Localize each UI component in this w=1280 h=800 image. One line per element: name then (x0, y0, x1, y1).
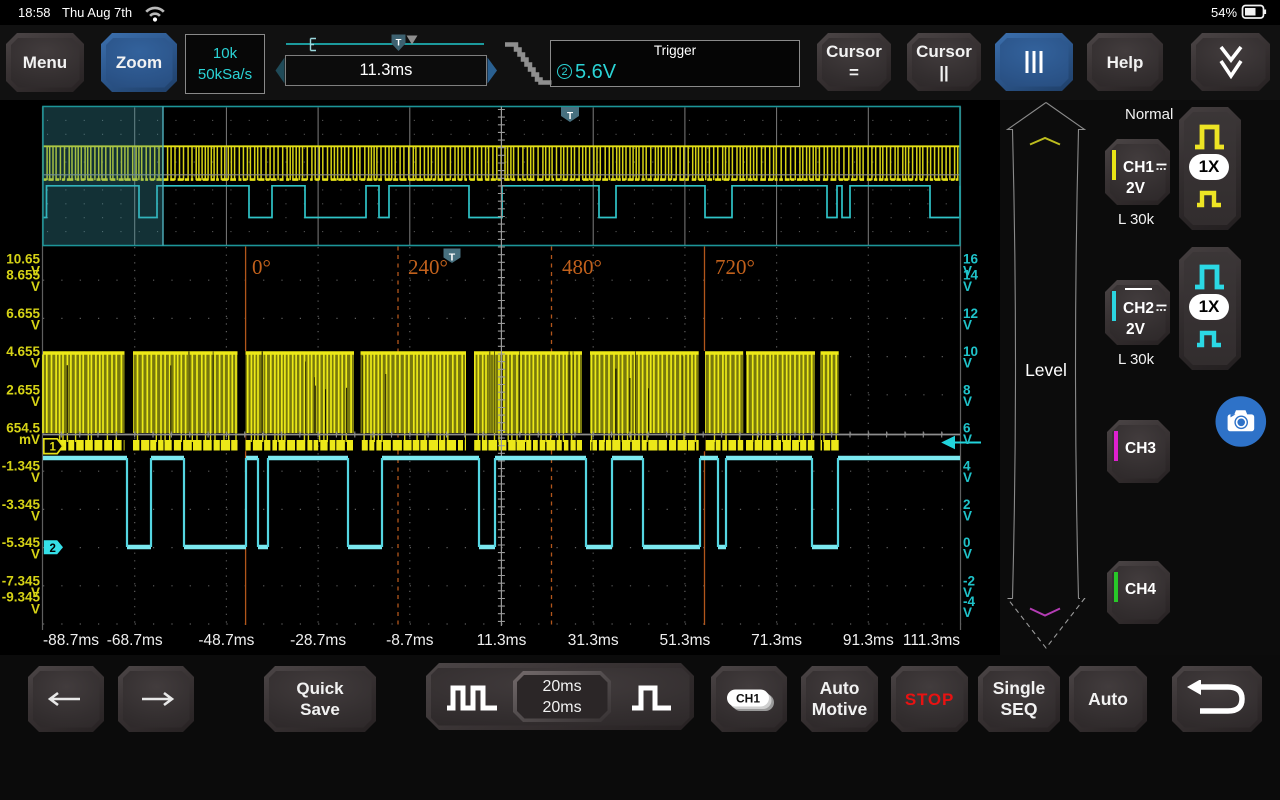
svg-text:V: V (31, 279, 40, 294)
svg-text:1: 1 (50, 442, 57, 454)
svg-text:51.3ms: 51.3ms (659, 632, 710, 649)
svg-text:V: V (31, 317, 40, 332)
svg-text:-68.7ms: -68.7ms (107, 632, 163, 649)
svg-text:-8.7ms: -8.7ms (386, 632, 434, 649)
svg-text:V: V (963, 508, 972, 523)
svg-text:V: V (31, 547, 40, 562)
svg-text:720°: 720° (715, 255, 755, 279)
svg-text:V: V (963, 470, 972, 485)
svg-text:0°: 0° (252, 255, 271, 279)
svg-text:V: V (963, 279, 972, 294)
svg-text:-28.7ms: -28.7ms (290, 632, 346, 649)
svg-text:V: V (31, 356, 40, 371)
svg-text:V: V (963, 605, 972, 620)
svg-text:240°: 240° (408, 255, 448, 279)
svg-text:V: V (963, 432, 972, 447)
svg-text:V: V (31, 508, 40, 523)
svg-text:V: V (31, 394, 40, 409)
svg-text:Level: Level (1025, 360, 1067, 380)
svg-text:V: V (963, 317, 972, 332)
svg-text:480°: 480° (562, 255, 602, 279)
svg-text:V: V (31, 470, 40, 485)
svg-text:T: T (567, 111, 573, 122)
svg-text:2: 2 (50, 543, 56, 555)
svg-text:31.3ms: 31.3ms (568, 632, 619, 649)
svg-text:CH1: CH1 (736, 692, 760, 706)
svg-text:T: T (449, 252, 456, 264)
svg-text:V: V (963, 356, 972, 371)
svg-text:91.3ms: 91.3ms (843, 632, 894, 649)
svg-text:mV: mV (19, 432, 40, 447)
svg-text:V: V (963, 394, 972, 409)
svg-text:111.3ms: 111.3ms (903, 632, 960, 649)
svg-text:T: T (396, 38, 402, 49)
svg-text:V: V (963, 547, 972, 562)
svg-text:11.3ms: 11.3ms (477, 632, 527, 649)
svg-text:-88.7ms: -88.7ms (43, 632, 99, 649)
svg-text:V: V (31, 602, 40, 617)
svg-text:71.3ms: 71.3ms (751, 632, 802, 649)
svg-text:-48.7ms: -48.7ms (198, 632, 254, 649)
